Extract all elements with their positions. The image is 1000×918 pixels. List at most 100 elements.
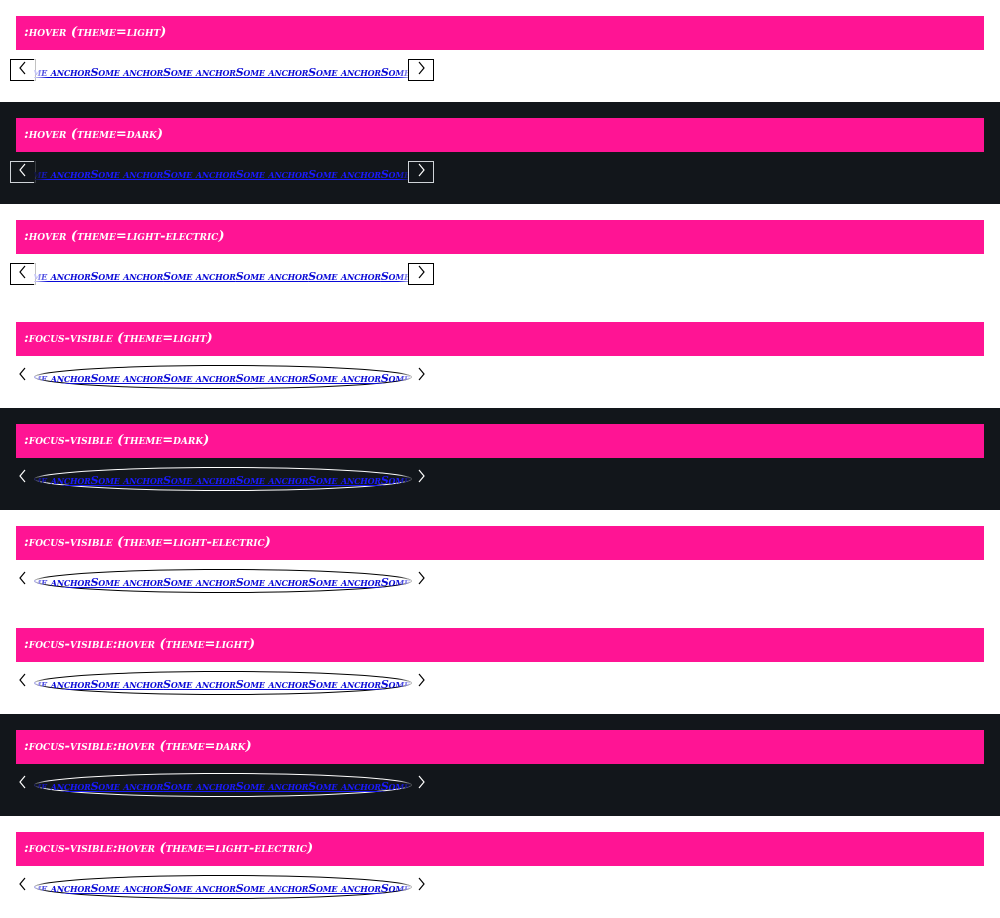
- anchor-scroller: Some anchorSome anchorSome anchorSome an…: [10, 875, 436, 899]
- anchor-link[interactable]: Some anchor: [308, 168, 381, 181]
- demo-section: :focus-visible:hover (theme=dark) Some an…: [0, 714, 1000, 816]
- anchor-link[interactable]: Some anchor: [236, 372, 309, 385]
- demo-page: :hover (theme=light)Some anchorSome anch…: [0, 0, 1000, 918]
- chevron-left-icon: [18, 877, 28, 895]
- anchor-link[interactable]: Some anchor: [91, 576, 164, 589]
- anchor-track: Some anchorSome anchorSome anchorSome an…: [34, 467, 412, 491]
- anchor-link[interactable]: Some anchor: [34, 882, 91, 895]
- section-title: :focus-visible:hover (theme=dark): [16, 730, 984, 764]
- anchor-link[interactable]: Some anchor: [236, 66, 309, 79]
- anchor-link[interactable]: Some anchor: [34, 168, 91, 181]
- scroll-prev-button[interactable]: [10, 467, 36, 489]
- scroll-next-button[interactable]: [408, 365, 434, 387]
- anchor-link[interactable]: Some anchor: [91, 882, 164, 895]
- scroll-next-button[interactable]: [408, 59, 434, 81]
- anchor-link[interactable]: Some anchor: [91, 66, 164, 79]
- chevron-right-icon: [416, 775, 426, 793]
- scroll-prev-button[interactable]: [10, 365, 36, 387]
- anchor-link[interactable]: Some anchor: [34, 66, 91, 79]
- scroll-prev-button[interactable]: [10, 263, 36, 285]
- anchor-link[interactable]: Some anchor: [34, 780, 91, 793]
- chevron-left-icon: [18, 61, 28, 79]
- scroll-next-button[interactable]: [408, 467, 434, 489]
- anchor-link[interactable]: Some anchor: [308, 882, 381, 895]
- chevron-left-icon: [18, 163, 28, 181]
- section-title: :focus-visible:hover (theme=light): [16, 628, 984, 662]
- anchor-link[interactable]: Some anchor: [91, 168, 164, 181]
- chevron-right-icon: [416, 265, 426, 283]
- anchor-link[interactable]: Some anchor: [236, 780, 309, 793]
- section-title: :hover (theme=dark): [16, 118, 984, 152]
- anchor-link[interactable]: Some anchor: [308, 474, 381, 487]
- scroller-viewport: Some anchorSome anchorSome anchorSome an…: [34, 875, 412, 899]
- demo-section: :focus-visible:hover (theme=light) Some a…: [0, 612, 1000, 714]
- anchor-link[interactable]: Some anchor: [163, 168, 236, 181]
- anchor-link[interactable]: Some anchor: [163, 474, 236, 487]
- anchor-link[interactable]: Some anchor: [34, 372, 91, 385]
- section-title: :hover (theme=light): [16, 16, 984, 50]
- anchor-track: Some anchorSome anchorSome anchorSome an…: [34, 875, 412, 899]
- anchor-link[interactable]: Some anchor: [91, 678, 164, 691]
- anchor-link[interactable]: Some anchor: [34, 576, 91, 589]
- scroller-viewport: Some anchorSome anchorSome anchorSome an…: [34, 365, 412, 389]
- chevron-left-icon: [18, 775, 28, 793]
- scroll-prev-button[interactable]: [10, 671, 36, 693]
- anchor-link[interactable]: Some anchor: [91, 372, 164, 385]
- chevron-left-icon: [18, 265, 28, 283]
- anchor-link[interactable]: Some anchor: [308, 372, 381, 385]
- anchor-link[interactable]: Some anchor: [163, 576, 236, 589]
- anchor-link[interactable]: Some anchor: [91, 780, 164, 793]
- anchor-link[interactable]: Some anchor: [308, 678, 381, 691]
- anchor-link[interactable]: Some anchor: [91, 270, 164, 283]
- anchor-link[interactable]: Some anchor: [308, 780, 381, 793]
- scroll-prev-button[interactable]: [10, 569, 36, 591]
- scroll-next-button[interactable]: [408, 773, 434, 795]
- anchor-link[interactable]: Some anchor: [236, 474, 309, 487]
- anchor-link[interactable]: Some anchor: [236, 678, 309, 691]
- scroll-prev-button[interactable]: [10, 875, 36, 897]
- scroller-viewport: Some anchorSome anchorSome anchorSome an…: [34, 773, 412, 797]
- anchor-scroller: Some anchorSome anchorSome anchorSome an…: [10, 161, 436, 185]
- scroll-next-button[interactable]: [408, 671, 434, 693]
- anchor-link[interactable]: Some anchor: [236, 270, 309, 283]
- anchor-link[interactable]: Some anchor: [236, 168, 309, 181]
- chevron-right-icon: [416, 571, 426, 589]
- anchor-link[interactable]: Some anchor: [34, 270, 91, 283]
- chevron-right-icon: [416, 877, 426, 895]
- anchor-link[interactable]: Some anchor: [34, 678, 91, 691]
- chevron-left-icon: [18, 571, 28, 589]
- scroll-next-button[interactable]: [408, 263, 434, 285]
- anchor-link[interactable]: Some anchor: [163, 372, 236, 385]
- anchor-link[interactable]: Some anchor: [236, 576, 309, 589]
- anchor-link[interactable]: Some anchor: [163, 882, 236, 895]
- anchor-link[interactable]: Some anchor: [308, 270, 381, 283]
- anchor-link[interactable]: Some anchor: [163, 678, 236, 691]
- scroll-next-button[interactable]: [408, 875, 434, 897]
- scroll-prev-button[interactable]: [10, 773, 36, 795]
- anchor-link[interactable]: Some anchor: [91, 474, 164, 487]
- anchor-track: Some anchorSome anchorSome anchorSome an…: [34, 161, 412, 185]
- scroller-viewport: Some anchorSome anchorSome anchorSome an…: [34, 161, 412, 185]
- anchor-link[interactable]: Some anchor: [163, 66, 236, 79]
- section-title: :hover (theme=light-electric): [16, 220, 984, 254]
- anchor-track: Some anchorSome anchorSome anchorSome an…: [34, 365, 412, 389]
- demo-section: :focus-visible (theme=light)Some anchorS…: [0, 306, 1000, 408]
- anchor-scroller: Some anchorSome anchorSome anchorSome an…: [10, 569, 436, 593]
- anchor-track: Some anchorSome anchorSome anchorSome an…: [34, 263, 412, 287]
- scroll-prev-button[interactable]: [10, 161, 36, 183]
- anchor-track: Some anchorSome anchorSome anchorSome an…: [34, 671, 412, 695]
- anchor-scroller: Some anchorSome anchorSome anchorSome an…: [10, 263, 436, 287]
- section-title: :focus-visible (theme=light-electric): [16, 526, 984, 560]
- anchor-link[interactable]: Some anchor: [34, 474, 91, 487]
- scroll-prev-button[interactable]: [10, 59, 36, 81]
- anchor-link[interactable]: Some anchor: [308, 66, 381, 79]
- scroll-next-button[interactable]: [408, 569, 434, 591]
- chevron-left-icon: [18, 469, 28, 487]
- anchor-scroller: Some anchorSome anchorSome anchorSome an…: [10, 671, 436, 695]
- anchor-link[interactable]: Some anchor: [163, 780, 236, 793]
- anchor-link[interactable]: Some anchor: [308, 576, 381, 589]
- anchor-link[interactable]: Some anchor: [236, 882, 309, 895]
- anchor-link[interactable]: Some anchor: [163, 270, 236, 283]
- chevron-right-icon: [416, 367, 426, 385]
- scroll-next-button[interactable]: [408, 161, 434, 183]
